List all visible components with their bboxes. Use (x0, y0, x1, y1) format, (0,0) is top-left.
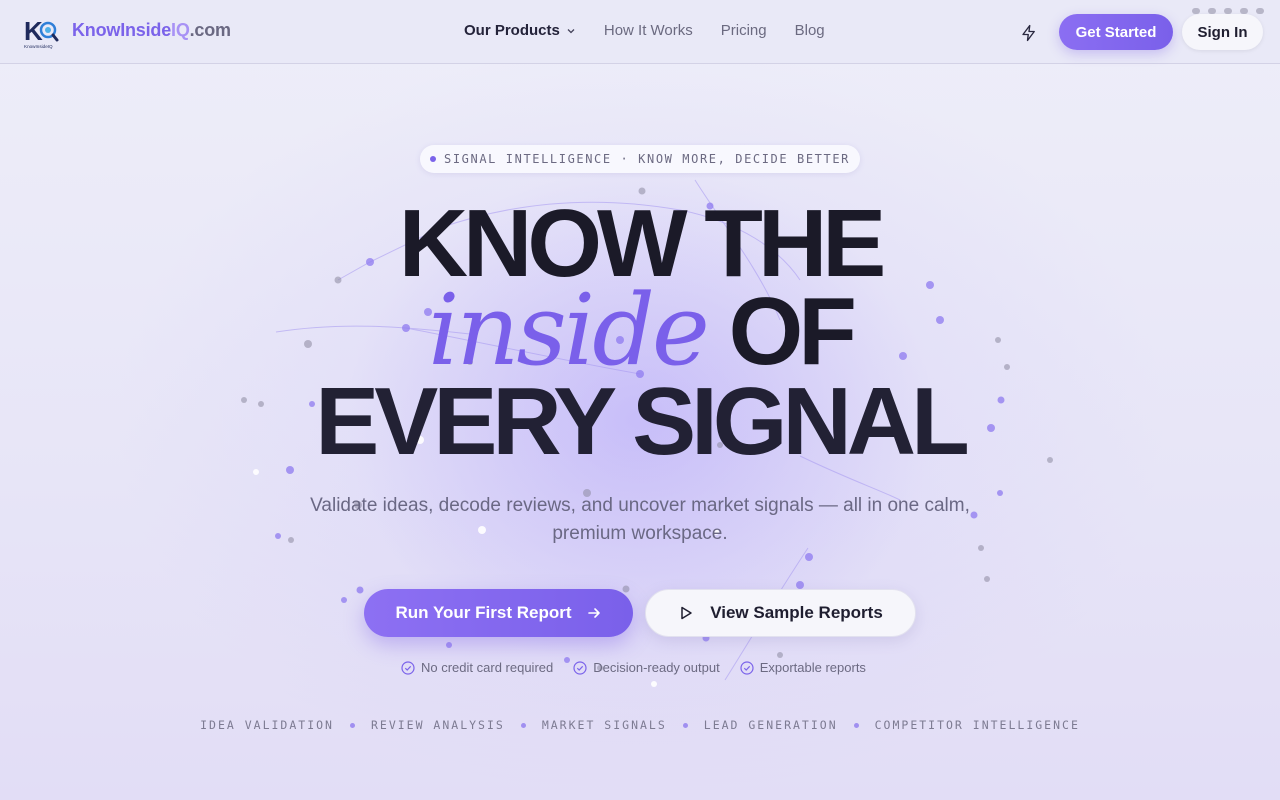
nav-item-label: Pricing (720, 22, 767, 39)
nav-item-our-products[interactable]: Our Products (464, 22, 576, 39)
benefit-label: Exportable reports (759, 660, 866, 675)
check-circle-icon (401, 660, 415, 675)
capability-tag: COMPETITOR INTELLIGENCE (874, 718, 1080, 732)
hero-subtitle: Validate ideas, decode reviews, and unco… (310, 495, 970, 544)
chevron-down-icon (567, 28, 575, 33)
benefit-item: Exportable reports (740, 660, 866, 675)
nav-item-how-it-works[interactable]: How It Works (604, 22, 693, 39)
benefit-label: Decision-ready output (593, 660, 720, 675)
run-first-report-button[interactable]: Run Your First Report (364, 589, 633, 637)
hero-headline-line3: EVERY SIGNAL (315, 368, 970, 475)
hero-eyebrow-pill: SIGNAL INTELLIGENCE · KNOW MORE, DECIDE … (420, 145, 860, 173)
capability-tag: REVIEW ANALYSIS (370, 718, 505, 732)
run-first-report-label: Run Your First Report (395, 603, 572, 622)
brand-name-part3: .com (189, 20, 231, 40)
benefit-item: Decision-ready output (573, 660, 720, 675)
benefit-item: No credit card required (401, 660, 553, 675)
tag-separator-dot (853, 722, 859, 728)
view-sample-reports-label: View Sample Reports (710, 603, 883, 622)
window-dots-indicator (1192, 8, 1264, 14)
arrow-right-icon (587, 608, 600, 618)
sign-in-button[interactable]: Sign In (1182, 14, 1263, 50)
capability-tag: MARKET SIGNALS (541, 718, 667, 732)
status-dot-icon (430, 156, 437, 162)
check-circle-icon (573, 660, 587, 675)
tag-separator-dot (682, 722, 688, 728)
nav-item-label: Blog (794, 22, 825, 39)
tag-separator-dot (520, 722, 526, 728)
svg-text:KnowInsideIQ: KnowInsideIQ (24, 44, 53, 49)
capability-tag: IDEA VALIDATION (200, 718, 334, 732)
hero-benefits-list: No credit card required Decision-ready o… (401, 660, 866, 675)
view-sample-reports-button[interactable]: View Sample Reports (645, 589, 916, 637)
capabilities-strip: IDEA VALIDATION REVIEW ANALYSIS MARKET S… (0, 718, 1280, 732)
nav-item-label: Our Products (464, 22, 560, 39)
main-nav: Our Products How It Works Pricing Blog (464, 22, 825, 39)
brand-logo-icon[interactable]: K KnowInsideIQ (24, 14, 60, 50)
brand-wordmark[interactable]: KnowInsideIQ.com (72, 20, 231, 41)
play-icon (681, 606, 692, 620)
get-started-button[interactable]: Get Started (1059, 14, 1173, 50)
capability-tag: LEAD GENERATION (703, 718, 838, 732)
brand-name-part2: IQ (171, 20, 190, 40)
hero-headline-line2: inside OF (0, 282, 1280, 380)
nav-item-blog[interactable]: Blog (795, 22, 825, 39)
nav-item-pricing[interactable]: Pricing (721, 22, 767, 39)
brand-name-part1: KnowInside (72, 20, 172, 40)
benefit-label: No credit card required (421, 660, 554, 675)
bolt-icon[interactable] (1016, 20, 1042, 46)
check-circle-icon (740, 660, 754, 675)
hero-eyebrow-text: SIGNAL INTELLIGENCE · KNOW MORE, DECIDE … (444, 152, 850, 166)
top-navigation-bar: K KnowInsideIQ KnowInsideIQ.com Our Prod… (0, 0, 1280, 64)
tag-separator-dot (349, 722, 355, 728)
nav-item-label: How It Works (603, 22, 693, 39)
